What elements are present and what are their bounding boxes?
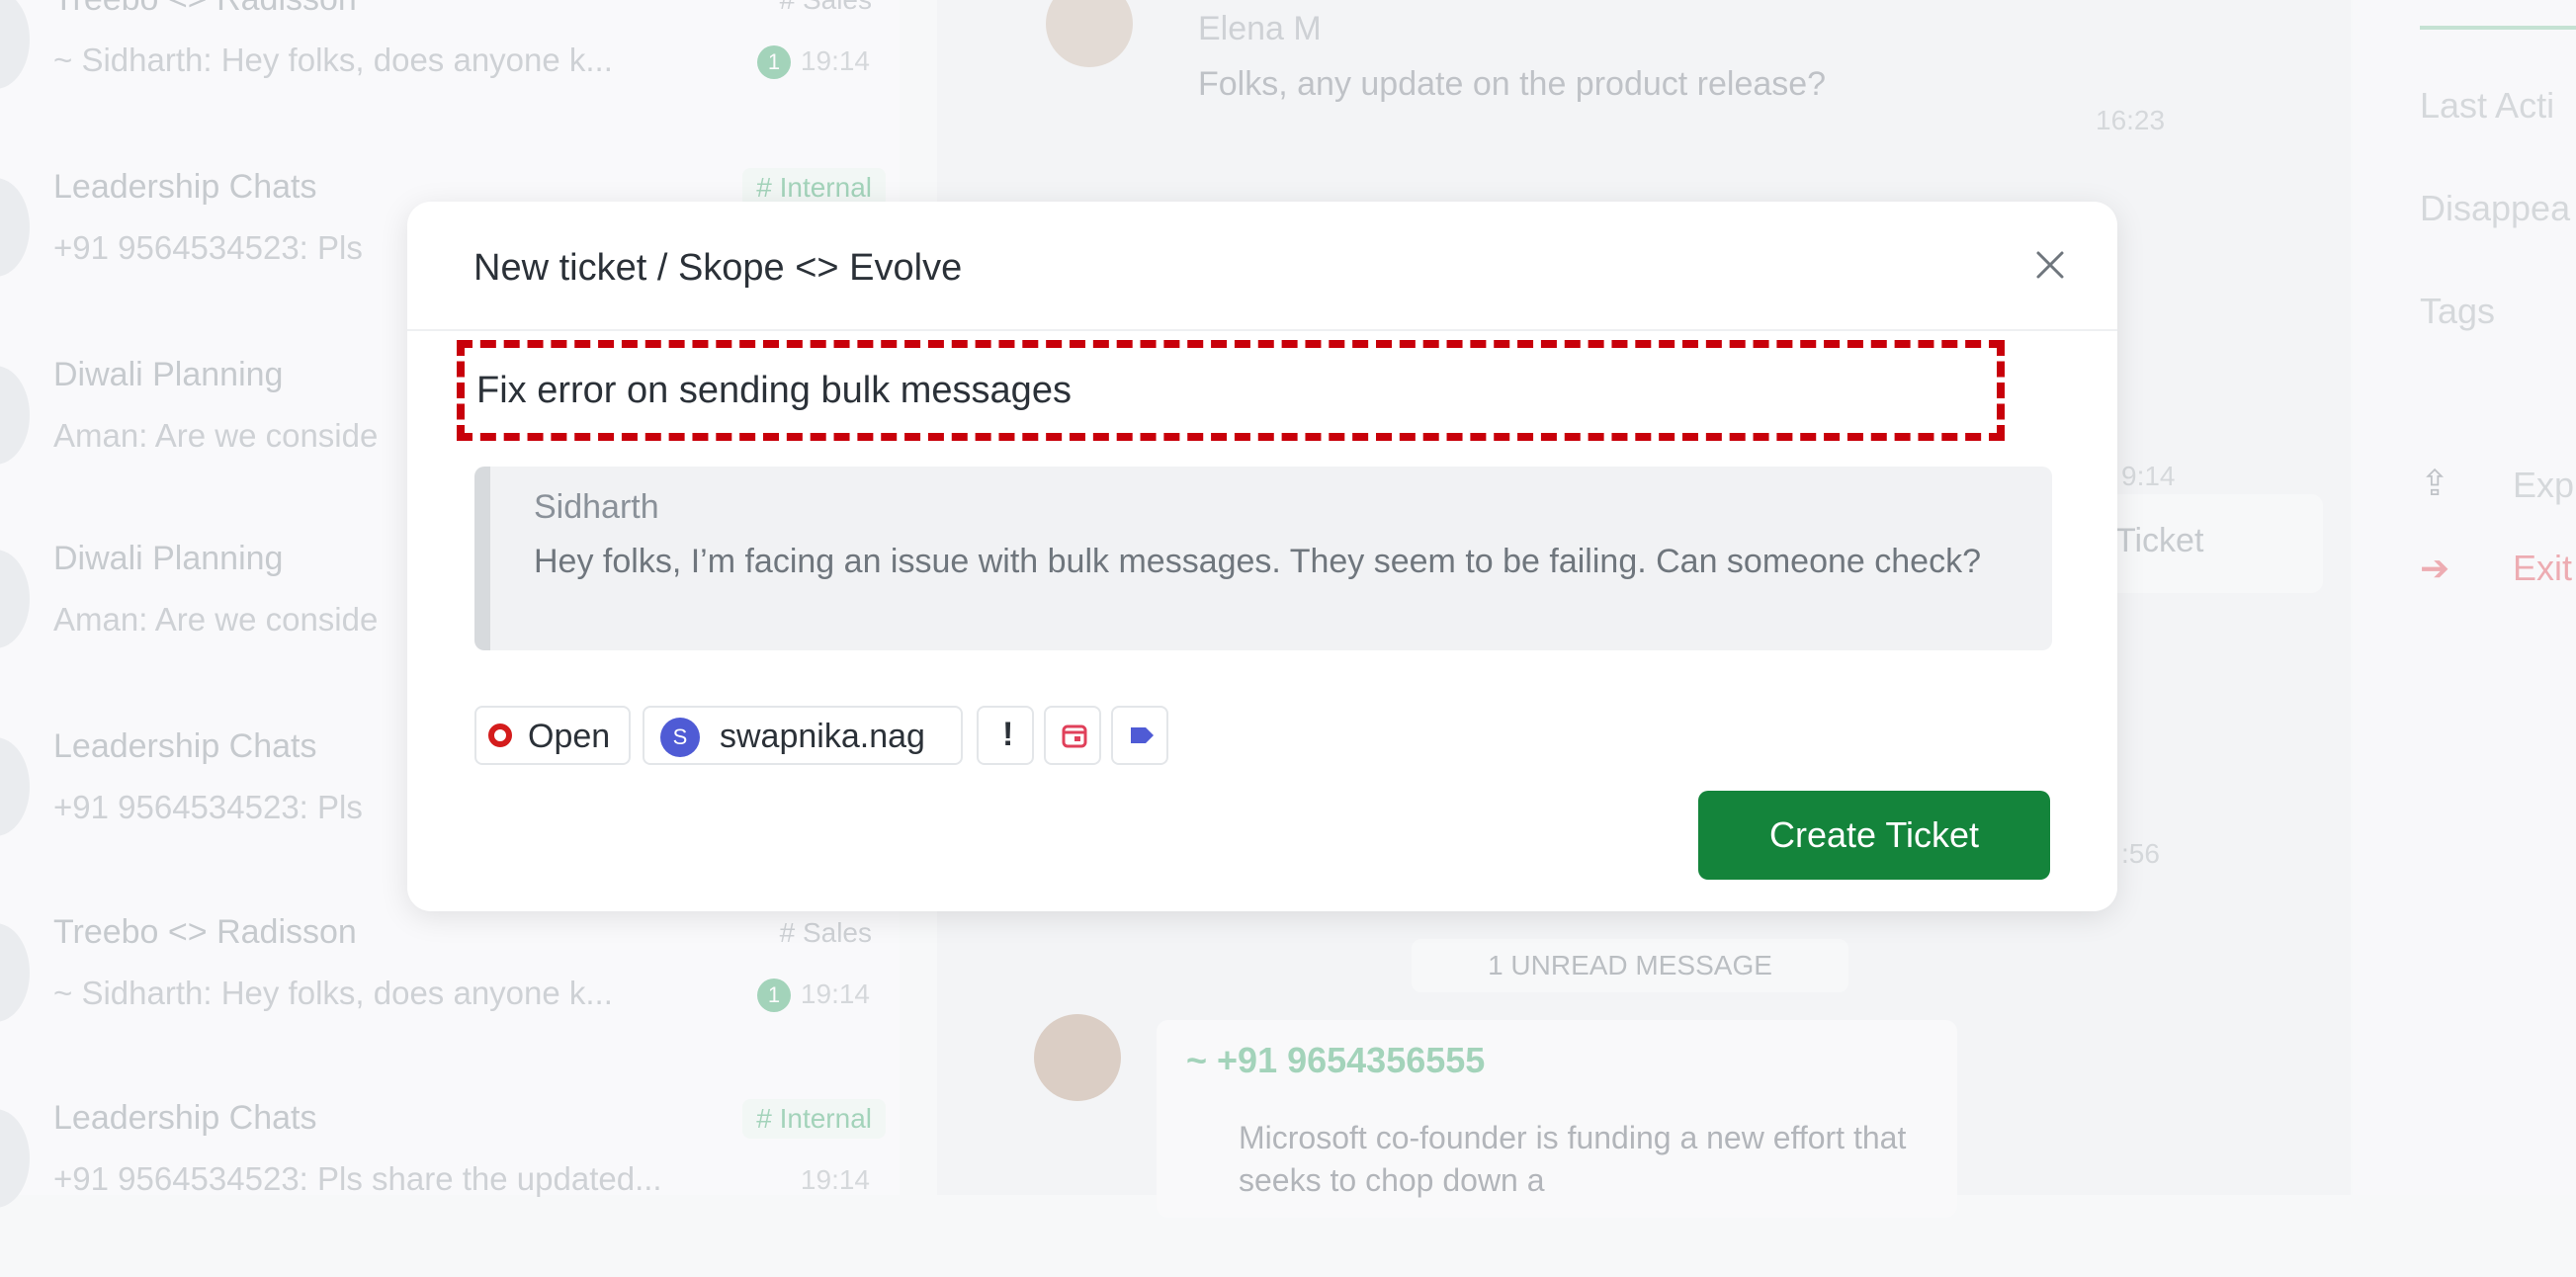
details-item[interactable]: Tags xyxy=(2420,291,2495,332)
ticket-chip-label: Ticket xyxy=(2115,522,2204,559)
open-status-icon xyxy=(488,724,512,747)
avatar xyxy=(1034,1014,1121,1101)
chat-title: Leadership Chats xyxy=(53,1099,317,1137)
close-icon[interactable] xyxy=(2028,243,2072,287)
message-time: 9:14 xyxy=(2121,461,2176,491)
chat-preview: ~ Sidharth: Hey folks, does anyone k... xyxy=(53,975,613,1011)
chat-tag: # Internal xyxy=(742,1099,886,1139)
label-icon xyxy=(1131,727,1154,743)
chat-title: Leadership Chats xyxy=(53,727,317,765)
message-text: Microsoft co-founder is funding a new ef… xyxy=(1239,1120,1907,1198)
details-item[interactable]: Last Acti xyxy=(2420,85,2554,127)
chat-title: Treebo <> Radisson xyxy=(53,913,357,951)
assignee-name: swapnika.nag xyxy=(720,718,925,755)
exit-label[interactable]: Exit xyxy=(2513,548,2572,589)
chat-preview: ~ Sidharth: Hey folks, does anyone k... xyxy=(53,42,613,78)
modal-title: New ticket / Skope <> Evolve xyxy=(473,247,963,289)
chat-time: 19:14 xyxy=(800,1164,870,1195)
details-panel xyxy=(2353,0,2576,1195)
chat-title: Diwali Planning xyxy=(53,356,284,393)
chat-preview: Aman: Are we conside xyxy=(53,601,379,638)
label-button[interactable] xyxy=(1111,706,1168,765)
tab-underline xyxy=(2420,26,2576,30)
message-author: Elena M xyxy=(1198,10,1322,47)
priority-icon: ! xyxy=(1002,716,1014,753)
message-sender: ~ +91 9654356555 xyxy=(1186,1040,1486,1080)
message-text: Folks, any update on the product release… xyxy=(1198,65,1827,103)
ticket-title-input[interactable] xyxy=(457,340,2005,441)
status-label: Open xyxy=(528,718,611,755)
avatar: S xyxy=(660,718,700,757)
unread-count-badge: 1 xyxy=(757,45,791,79)
unread-count-badge: 1 xyxy=(757,979,791,1012)
calendar-icon xyxy=(1062,724,1087,748)
export-label[interactable]: Exp xyxy=(2513,465,2574,506)
assignee-dropdown[interactable]: S swapnika.nag xyxy=(643,706,963,765)
quoted-message: Sidharth Hey folks, I’m facing an issue … xyxy=(474,467,2052,650)
create-ticket-button[interactable]: Create Ticket xyxy=(1698,791,2050,880)
message-time: :56 xyxy=(2121,838,2160,869)
avatar xyxy=(0,178,30,277)
avatar xyxy=(0,366,30,465)
exit-icon[interactable]: ➔ xyxy=(2420,548,2449,589)
chat-list-item[interactable]: Treebo <> Radisson # Sales ~ Sidharth: H… xyxy=(0,0,900,158)
new-ticket-modal: New ticket / Skope <> Evolve Sidharth He… xyxy=(407,202,2117,911)
chat-title: Treebo <> Radisson xyxy=(53,0,357,19)
chat-preview: Aman: Are we conside xyxy=(53,417,379,454)
avatar xyxy=(0,0,30,89)
chat-title: Diwali Planning xyxy=(53,540,284,577)
chat-list-item[interactable]: Leadership Chats # Internal +91 95645345… xyxy=(0,1099,900,1277)
export-icon[interactable]: ⇪ xyxy=(2420,463,2449,504)
chat-tag: # Sales xyxy=(766,0,886,20)
chat-preview: +91 9564534523: Pls share the updated... xyxy=(53,1160,662,1197)
chat-list-item[interactable]: Treebo <> Radisson # Sales ~ Sidharth: H… xyxy=(0,913,900,1091)
message-time: 16:23 xyxy=(2096,105,2166,135)
chat-tag: # Sales xyxy=(779,917,872,948)
priority-button[interactable]: ! xyxy=(977,706,1034,765)
avatar xyxy=(0,923,30,1022)
chat-preview: +91 9564534523: Pls xyxy=(53,229,363,266)
details-item[interactable]: Disappea xyxy=(2420,188,2570,229)
chat-preview: +91 9564534523: Pls xyxy=(53,789,363,825)
chat-time: 19:14 xyxy=(800,45,870,76)
avatar xyxy=(0,1109,30,1208)
avatar xyxy=(0,737,30,836)
chat-time: 19:14 xyxy=(800,979,870,1009)
quoted-author: Sidharth xyxy=(534,488,659,526)
due-date-button[interactable] xyxy=(1044,706,1101,765)
unread-divider: 1 UNREAD MESSAGE xyxy=(1412,939,1848,992)
status-dropdown[interactable]: Open xyxy=(474,706,631,765)
chat-title: Leadership Chats xyxy=(53,168,317,206)
quoted-text: Hey folks, I’m facing an issue with bulk… xyxy=(534,543,1981,580)
avatar xyxy=(0,550,30,648)
divider xyxy=(407,329,2117,331)
